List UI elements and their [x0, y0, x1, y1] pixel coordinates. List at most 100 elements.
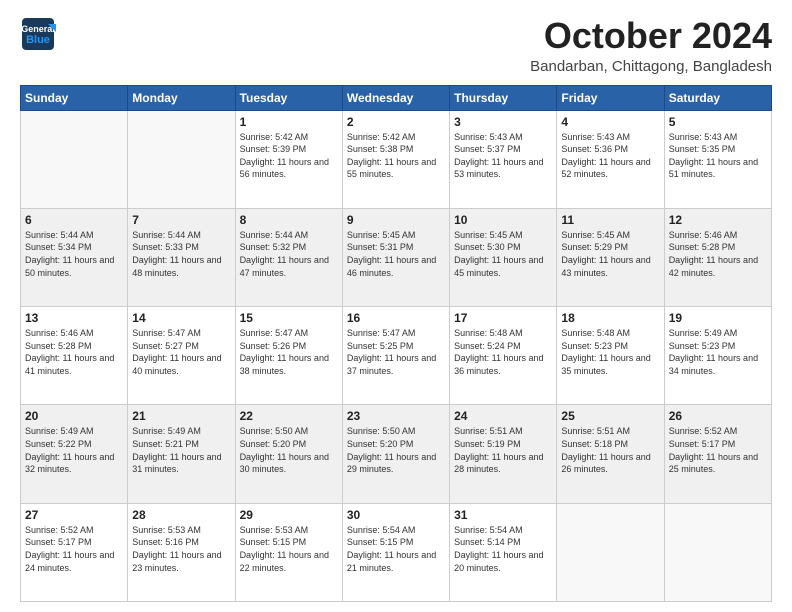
table-row: 2Sunrise: 5:42 AMSunset: 5:38 PMDaylight… — [342, 110, 449, 208]
day-number: 12 — [669, 213, 767, 227]
day-number: 23 — [347, 409, 445, 423]
table-row: 14Sunrise: 5:47 AMSunset: 5:27 PMDayligh… — [128, 307, 235, 405]
day-number: 19 — [669, 311, 767, 325]
table-row: 13 Sunrise: 5:46 AMSunset: 5:28 PMDayligh… — [21, 307, 128, 405]
day-number: 2 — [347, 115, 445, 129]
table-row — [128, 110, 235, 208]
cell-detail: Sunrise: 5:51 AMSunset: 5:19 PMDaylight:… — [454, 425, 552, 475]
table-row: 6Sunrise: 5:44 AMSunset: 5:34 PMDaylight… — [21, 208, 128, 306]
day-number: 29 — [240, 508, 338, 522]
day-number: 4 — [561, 115, 659, 129]
cell-detail: Sunrise: 5:43 AMSunset: 5:35 PMDaylight:… — [669, 131, 767, 181]
logo-icon: General Blue — [20, 16, 56, 52]
day-number: 27 — [25, 508, 123, 522]
day-number: 8 — [240, 213, 338, 227]
day-number: 18 — [561, 311, 659, 325]
day-number: 10 — [454, 213, 552, 227]
table-row: 15 Sunrise: 5:47 AMSunset: 5:26 PMDayligh… — [235, 307, 342, 405]
cell-detail: Sunrise: 5:45 AMSunset: 5:30 PMDaylight:… — [454, 229, 552, 279]
day-number: 6 — [25, 213, 123, 227]
cell-detail: Sunrise: 5:53 AMSunset: 5:16 PMDaylight:… — [132, 524, 230, 574]
day-number: 25 — [561, 409, 659, 423]
table-row — [664, 503, 771, 601]
table-row: 29 Sunrise: 5:53 AMSunset: 5:15 PMDayligh… — [235, 503, 342, 601]
table-row: 19 Sunrise: 5:49 AMSunset: 5:23 PMDayligh… — [664, 307, 771, 405]
cell-detail: Sunrise: 5:45 AMSunset: 5:29 PMDaylight:… — [561, 229, 659, 279]
day-number: 26 — [669, 409, 767, 423]
col-tuesday: Tuesday — [235, 85, 342, 110]
table-row: 12 Sunrise: 5:46 AMSunset: 5:28 PMDayligh… — [664, 208, 771, 306]
day-number: 9 — [347, 213, 445, 227]
day-number: 21 — [132, 409, 230, 423]
cell-detail: Sunrise: 5:47 AMSunset: 5:27 PMDaylight:… — [132, 327, 230, 377]
month-title: October 2024 — [530, 16, 772, 56]
cell-detail: Sunrise: 5:44 AMSunset: 5:33 PMDaylight:… — [132, 229, 230, 279]
cell-detail: Sunrise: 5:47 AMSunset: 5:25 PMDaylight:… — [347, 327, 445, 377]
cell-detail: Sunrise: 5:53 AMSunset: 5:15 PMDaylight:… — [240, 524, 338, 574]
calendar-week-3: 13 Sunrise: 5:46 AMSunset: 5:28 PMDayligh… — [21, 307, 772, 405]
day-number: 7 — [132, 213, 230, 227]
table-row: 8 Sunrise: 5:44 AMSunset: 5:32 PMDaylight… — [235, 208, 342, 306]
cell-detail: Sunrise: 5:49 AMSunset: 5:22 PMDaylight:… — [25, 425, 123, 475]
table-row: 28Sunrise: 5:53 AMSunset: 5:16 PMDayligh… — [128, 503, 235, 601]
day-number: 24 — [454, 409, 552, 423]
table-row: 21 Sunrise: 5:49 AMSunset: 5:21 PMDayligh… — [128, 405, 235, 503]
cell-detail: Sunrise: 5:51 AMSunset: 5:18 PMDaylight:… — [561, 425, 659, 475]
calendar-week-5: 27Sunrise: 5:52 AMSunset: 5:17 PMDayligh… — [21, 503, 772, 601]
table-row: 11 Sunrise: 5:45 AMSunset: 5:29 PMDayligh… — [557, 208, 664, 306]
header: General Blue October 2024 Bandarban, Chi… — [20, 16, 772, 75]
svg-text:Blue: Blue — [26, 34, 50, 46]
cell-detail: Sunrise: 5:50 AMSunset: 5:20 PMDaylight:… — [240, 425, 338, 475]
table-row: 22 Sunrise: 5:50 AMSunset: 5:20 PMDayligh… — [235, 405, 342, 503]
table-row: 30 Sunrise: 5:54 AMSunset: 5:15 PMDayligh… — [342, 503, 449, 601]
cell-detail: Sunrise: 5:44 AMSunset: 5:32 PMDaylight:… — [240, 229, 338, 279]
day-number: 31 — [454, 508, 552, 522]
day-number: 1 — [240, 115, 338, 129]
table-row: 9 Sunrise: 5:45 AMSunset: 5:31 PMDaylight… — [342, 208, 449, 306]
cell-detail: Sunrise: 5:48 AMSunset: 5:23 PMDaylight:… — [561, 327, 659, 377]
cell-detail: Sunrise: 5:52 AMSunset: 5:17 PMDaylight:… — [669, 425, 767, 475]
col-sunday: Sunday — [21, 85, 128, 110]
day-number: 22 — [240, 409, 338, 423]
day-number: 15 — [240, 311, 338, 325]
table-row: 26 Sunrise: 5:52 AMSunset: 5:17 PMDayligh… — [664, 405, 771, 503]
table-row: 1 Sunrise: 5:42 AMSunset: 5:39 PMDaylight… — [235, 110, 342, 208]
cell-detail: Sunrise: 5:42 AMSunset: 5:39 PMDaylight:… — [240, 131, 338, 181]
cell-detail: Sunrise: 5:45 AMSunset: 5:31 PMDaylight:… — [347, 229, 445, 279]
table-row: 4 Sunrise: 5:43 AMSunset: 5:36 PMDaylight… — [557, 110, 664, 208]
title-area: October 2024 Bandarban, Chittagong, Bang… — [530, 16, 772, 75]
page: General Blue October 2024 Bandarban, Chi… — [0, 0, 792, 612]
cell-detail: Sunrise: 5:46 AMSunset: 5:28 PMDaylight:… — [669, 229, 767, 279]
col-friday: Friday — [557, 85, 664, 110]
day-number: 17 — [454, 311, 552, 325]
table-row: 5 Sunrise: 5:43 AMSunset: 5:35 PMDaylight… — [664, 110, 771, 208]
cell-detail: Sunrise: 5:49 AMSunset: 5:23 PMDaylight:… — [669, 327, 767, 377]
col-thursday: Thursday — [450, 85, 557, 110]
table-row: 18 Sunrise: 5:48 AMSunset: 5:23 PMDayligh… — [557, 307, 664, 405]
table-row: 16Sunrise: 5:47 AMSunset: 5:25 PMDayligh… — [342, 307, 449, 405]
table-row: 7 Sunrise: 5:44 AMSunset: 5:33 PMDaylight… — [128, 208, 235, 306]
day-number: 3 — [454, 115, 552, 129]
calendar-week-2: 6Sunrise: 5:44 AMSunset: 5:34 PMDaylight… — [21, 208, 772, 306]
col-saturday: Saturday — [664, 85, 771, 110]
cell-detail: Sunrise: 5:47 AMSunset: 5:26 PMDaylight:… — [240, 327, 338, 377]
cell-detail: Sunrise: 5:49 AMSunset: 5:21 PMDaylight:… — [132, 425, 230, 475]
table-row: 20Sunrise: 5:49 AMSunset: 5:22 PMDayligh… — [21, 405, 128, 503]
cell-detail: Sunrise: 5:54 AMSunset: 5:15 PMDaylight:… — [347, 524, 445, 574]
table-row — [21, 110, 128, 208]
day-number: 11 — [561, 213, 659, 227]
location: Bandarban, Chittagong, Bangladesh — [530, 58, 772, 75]
cell-detail: Sunrise: 5:46 AMSunset: 5:28 PMDaylight:… — [25, 327, 123, 377]
calendar-week-1: 1 Sunrise: 5:42 AMSunset: 5:39 PMDaylight… — [21, 110, 772, 208]
calendar-table: Sunday Monday Tuesday Wednesday Thursday… — [20, 85, 772, 602]
logo: General Blue — [20, 16, 56, 52]
day-number: 30 — [347, 508, 445, 522]
calendar-week-4: 20Sunrise: 5:49 AMSunset: 5:22 PMDayligh… — [21, 405, 772, 503]
cell-detail: Sunrise: 5:54 AMSunset: 5:14 PMDaylight:… — [454, 524, 552, 574]
table-row: 3Sunrise: 5:43 AMSunset: 5:37 PMDaylight… — [450, 110, 557, 208]
day-number: 5 — [669, 115, 767, 129]
day-number: 13 — [25, 311, 123, 325]
cell-detail: Sunrise: 5:43 AMSunset: 5:36 PMDaylight:… — [561, 131, 659, 181]
cell-detail: Sunrise: 5:48 AMSunset: 5:24 PMDaylight:… — [454, 327, 552, 377]
col-wednesday: Wednesday — [342, 85, 449, 110]
